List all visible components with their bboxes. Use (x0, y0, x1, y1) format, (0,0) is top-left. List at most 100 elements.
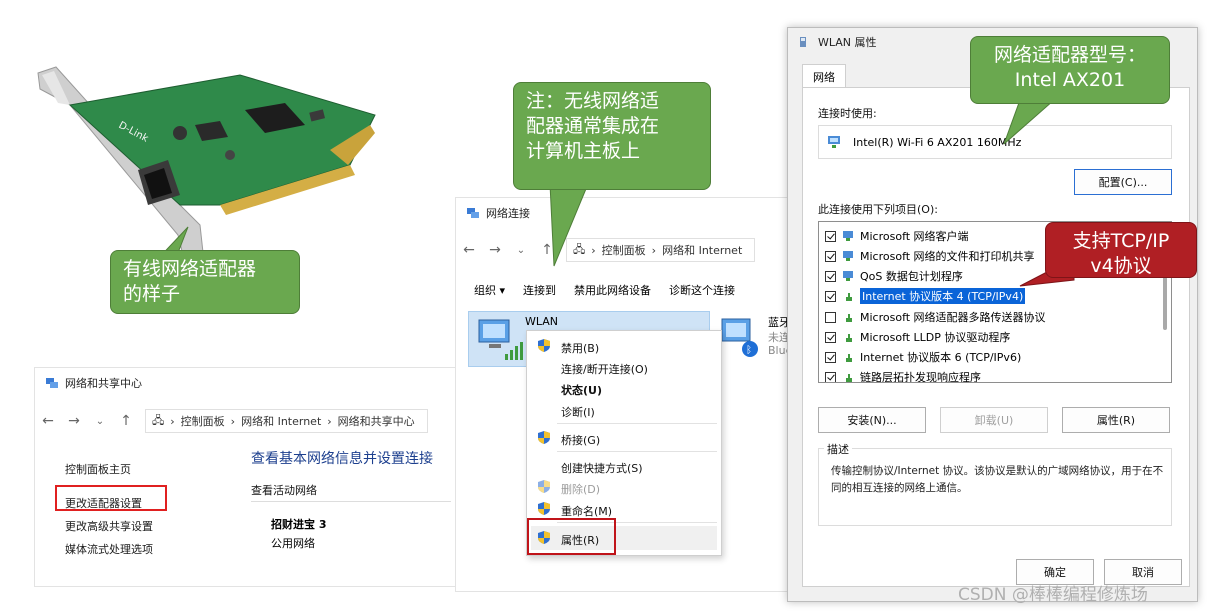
dialog-title: WLAN 属性 (818, 36, 877, 49)
bluetooth-connection-tile[interactable]: ᛒ 蓝牙 未连 Blue (718, 311, 794, 367)
protocol-icon (846, 334, 852, 342)
wlan-adapter-icon (478, 319, 523, 360)
network-icon (800, 37, 806, 47)
list-item-label: Microsoft 网络客户端 (860, 230, 969, 243)
sidebar-item-advanced-sharing[interactable]: 更改高级共享设置 (65, 518, 153, 534)
list-item-label: Microsoft 网络适配器多路传送器协议 (860, 311, 1046, 324)
adapter-icon (828, 136, 840, 148)
breadcrumb-item[interactable]: 网络和 Internet (662, 242, 742, 258)
callout-tcpip-support: 支持TCP/IP v4协议 (1045, 222, 1197, 278)
active-networks-label: 查看活动网络 (251, 482, 451, 502)
properties-button[interactable]: 属性(R) (1062, 407, 1170, 433)
list-item[interactable]: Microsoft 网络客户端 (825, 227, 969, 245)
menu-item-diagnose[interactable]: 诊断(I) (561, 404, 595, 420)
description-label: 描述 (824, 441, 852, 457)
network-type: 公用网络 (271, 537, 315, 550)
menu-item-bridge[interactable]: 桥接(G) (561, 432, 600, 448)
list-item-label: QoS 数据包计划程序 (860, 270, 963, 283)
tab-network[interactable]: 网络 (802, 64, 846, 88)
svg-text:ᛒ: ᛒ (746, 345, 752, 356)
back-arrow-icon[interactable]: ← (35, 413, 61, 429)
ncw-command-bar: 组织 ▾ 连接到 禁用此网络设备 诊断这个连接 (456, 278, 794, 302)
organize-menu[interactable]: 组织 ▾ (474, 282, 505, 298)
description-box: 传输控制协议/Internet 协议。该协议是默认的广域网络协议，用于在不同的相… (818, 448, 1172, 526)
control-panel-icon: 🖧 (152, 413, 165, 427)
checkbox[interactable] (825, 351, 836, 363)
list-item[interactable]: Microsoft 网络的文件和打印机共享 (825, 247, 1035, 265)
list-item[interactable]: Microsoft LLDP 协议驱动程序 (825, 328, 1010, 346)
adapter-name: Intel(R) Wi-Fi 6 AX201 160MHz (853, 135, 1022, 149)
adapter-name-field: Intel(R) Wi-Fi 6 AX201 160MHz (818, 125, 1172, 159)
menu-item-delete[interactable]: 删除(D) (561, 481, 600, 497)
chevron-down-icon[interactable]: ⌄ (508, 245, 534, 256)
forward-arrow-icon[interactable]: → (61, 413, 87, 429)
callout-adapter-model: 网络适配器型号： Intel AX201 (970, 36, 1170, 104)
checkbox[interactable] (825, 250, 836, 262)
sidebar-item-media-streaming[interactable]: 媒体流式处理选项 (65, 541, 153, 557)
breadcrumb-item[interactable]: 控制面板 (181, 413, 225, 429)
breadcrumb-item[interactable]: 控制面板 (602, 242, 646, 258)
callout-pointer-wireless (549, 183, 589, 267)
network-sharing-center-window: 网络和共享中心 ← → ⌄ ↑ 🖧 › 控制面板 › 网络和 Internet › 网… (34, 367, 458, 587)
nsc-address-bar[interactable]: 🖧 › 控制面板 › 网络和 Internet › 网络和共享中心 (145, 409, 428, 433)
menu-item-connect-disconnect[interactable]: 连接/断开连接(O) (561, 361, 648, 377)
callout-pointer-model (1003, 99, 1056, 145)
description-text: 传输控制协议/Internet 协议。该协议是默认的广域网络协议，用于在不同的相… (831, 465, 1164, 494)
nsc-heading: 查看基本网络信息并设置连接 (251, 451, 433, 467)
bluetooth-adapter-icon: ᛒ (721, 318, 758, 357)
disable-device-button[interactable]: 禁用此网络设备 (574, 282, 651, 298)
highlight-properties-item (527, 518, 616, 555)
checkbox[interactable] (825, 371, 836, 382)
configure-button[interactable]: 配置(C)... (1074, 169, 1172, 195)
menu-item-rename[interactable]: 重命名(M) (561, 503, 612, 519)
ncw-title-bar: 网络连接 (456, 198, 794, 228)
install-button[interactable]: 安装(N)... (818, 407, 926, 433)
network-name: 招财进宝 3 (271, 518, 327, 531)
breadcrumb-item[interactable]: 网络和共享中心 (338, 413, 415, 429)
sidebar-item-control-panel-home[interactable]: 控制面板主页 (65, 461, 131, 477)
list-item[interactable]: Internet 协议版本 6 (TCP/IPv6) (825, 348, 1021, 366)
menu-item-disable[interactable]: 禁用(B) (561, 340, 599, 356)
list-item-label: Internet 协议版本 4 (TCP/IPv4) (860, 288, 1026, 304)
checkbox[interactable] (825, 270, 836, 282)
checkbox[interactable] (825, 311, 836, 323)
list-item[interactable]: Microsoft 网络适配器多路传送器协议 (825, 308, 1046, 326)
nsc-title: 网络和共享中心 (65, 377, 142, 390)
list-item[interactable]: Internet 协议版本 4 (TCP/IPv4) (825, 287, 1026, 305)
callout-wired-adapter: 有线网络适配器 的样子 (110, 250, 300, 314)
breadcrumb-item[interactable]: 网络和 Internet (241, 413, 321, 429)
up-arrow-icon[interactable]: ↑ (113, 413, 139, 429)
menu-item-create-shortcut[interactable]: 创建快捷方式(S) (561, 460, 643, 476)
client-icon (843, 271, 853, 281)
items-label: 此连接使用下列项目(O): (818, 203, 938, 216)
forward-arrow-icon[interactable]: → (482, 242, 508, 258)
client-icon (843, 251, 853, 261)
list-item[interactable]: 链路层拓扑发现响应程序 (825, 368, 981, 382)
menu-separator (557, 423, 717, 424)
network-icon (46, 378, 58, 388)
protocol-icon (846, 354, 852, 362)
uac-shield-icon (538, 431, 550, 444)
list-item-label: Microsoft LLDP 协议驱动程序 (860, 331, 1011, 344)
list-item-label: Internet 协议版本 6 (TCP/IPv6) (860, 351, 1022, 364)
uac-shield-icon (538, 480, 550, 493)
connect-using-label: 连接时使用: (818, 107, 877, 120)
chevron-down-icon[interactable]: ⌄ (87, 416, 113, 427)
checkbox[interactable] (825, 290, 836, 302)
ncw-title: 网络连接 (486, 207, 530, 220)
highlight-change-adapter-settings (55, 485, 167, 511)
menu-separator (557, 451, 717, 452)
uninstall-button[interactable]: 卸载(U) (940, 407, 1048, 433)
checkbox[interactable] (825, 331, 836, 343)
nsc-title-bar: 网络和共享中心 (35, 368, 457, 398)
callout-wireless-note: 注：无线网络适 配器通常集成在 计算机主板上 (513, 82, 711, 190)
wlan-label: WLAN (525, 315, 559, 328)
connect-to-button[interactable]: 连接到 (523, 282, 556, 298)
checkbox[interactable] (825, 230, 836, 242)
menu-item-status[interactable]: 状态(U) (561, 382, 602, 398)
list-item[interactable]: QoS 数据包计划程序 (825, 267, 963, 285)
network-icon (467, 208, 479, 218)
csdn-watermark: CSDN @棒棒编程修炼场 (958, 585, 1148, 605)
back-arrow-icon[interactable]: ← (456, 242, 482, 258)
diagnose-button[interactable]: 诊断这个连接 (669, 282, 735, 298)
